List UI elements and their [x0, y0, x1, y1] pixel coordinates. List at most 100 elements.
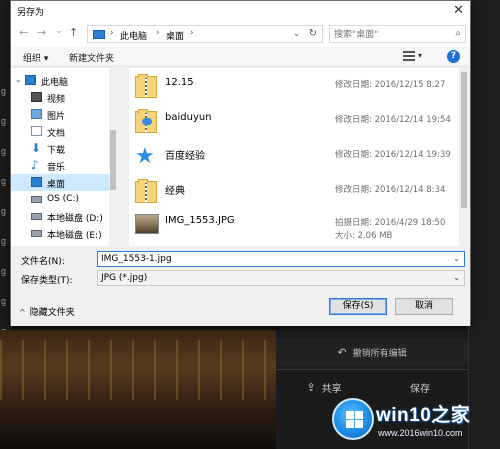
image-thumbnail-icon — [135, 214, 159, 234]
list-item[interactable]: baiduyun 修改日期: 2016/12/14 19:54 — [129, 105, 459, 139]
share-icon: ⇪ — [306, 380, 316, 394]
filename-input[interactable] — [101, 253, 441, 265]
sidebar-item-this-pc[interactable]: ⌄ 此电脑 — [11, 72, 109, 89]
file-name: IMG_1553.JPG — [165, 215, 235, 226]
search-icon[interactable]: ⌕ — [455, 28, 461, 39]
list-item[interactable]: 12.15 修改日期: 2016/12/15 8:27 — [129, 70, 459, 104]
video-icon — [31, 92, 42, 102]
sidebar-item-label: 视频 — [47, 95, 66, 105]
drive-icon — [31, 213, 42, 220]
sidebar-item-label: 此电脑 — [41, 78, 69, 88]
save-options: 文件名(N): ⌄ 保存类型(T): JPG (*.jpg) ⌄ ^隐藏文件夹 … — [11, 246, 470, 326]
background-photo — [0, 330, 280, 449]
save-button[interactable]: 保存(S) — [329, 298, 387, 315]
sidebar-item-label: 下载 — [47, 146, 66, 156]
file-modified: 修改日期: 2016/12/14 8:34 — [335, 185, 446, 195]
dialog-title: 另存为 — [17, 8, 45, 18]
forward-arrow-icon[interactable]: → — [37, 26, 46, 39]
file-size: 大小: 2.06 MB — [335, 231, 393, 241]
chevron-down-icon[interactable]: ⌄ — [453, 254, 460, 263]
file-list: 12.15 修改日期: 2016/12/15 8:27 baiduyun 修改日… — [129, 68, 459, 246]
windows-logo-icon — [332, 398, 374, 440]
sidebar-item-label: 本地磁盘 (E:) — [47, 231, 102, 241]
app-save-label: 保存 — [410, 383, 430, 395]
breadcrumb-desktop[interactable]: 桌面 — [166, 29, 184, 42]
view-dropdown-icon[interactable]: ▾ — [418, 51, 422, 60]
command-toolbar: 组织 ▾ 新建文件夹 ▾ ? — [11, 47, 470, 67]
sidebar-item-drive-d[interactable]: 本地磁盘 (D:) — [11, 208, 109, 225]
star-icon: ★ — [135, 144, 155, 169]
filetype-select[interactable]: JPG (*.jpg) ⌄ — [97, 270, 465, 286]
navigation-scrollbar[interactable] — [109, 68, 117, 246]
sidebar-item-label: 桌面 — [47, 180, 66, 190]
folder-icon — [135, 179, 157, 203]
sidebar-item-desktop[interactable]: 桌面 — [11, 174, 109, 191]
breadcrumb-separator[interactable]: › — [110, 28, 114, 38]
search-box[interactable]: ⌕ — [329, 25, 466, 43]
up-arrow-icon[interactable]: ↑ — [69, 26, 78, 39]
file-list-scrollbar[interactable] — [459, 68, 469, 246]
hide-folders-label: 隐藏文件夹 — [29, 308, 75, 318]
sidebar-item-drive-c[interactable]: OS (C:) — [11, 191, 109, 208]
file-name: baiduyun — [165, 112, 212, 123]
computer-icon — [25, 75, 36, 85]
sidebar-item-downloads[interactable]: ⬇ 下载 — [11, 140, 109, 157]
watermark-url: www.2016win10.com — [378, 428, 463, 438]
documents-icon — [31, 126, 42, 136]
drive-icon — [31, 230, 42, 237]
strip-glyph: g — [1, 266, 7, 276]
strip-glyph: g — [1, 176, 7, 186]
strip-glyph: g — [1, 236, 7, 246]
list-item[interactable]: 经典 修改日期: 2016/12/14 8:34 — [129, 175, 459, 209]
panel-divider — [276, 369, 468, 370]
desktop-icon — [31, 177, 42, 187]
hide-folders-toggle[interactable]: ^ 隐藏文件夹 — [19, 305, 75, 318]
list-item[interactable]: IMG_1553.JPG 拍摄日期: 2016/4/29 18:50 大小: 2… — [129, 208, 459, 242]
sidebar-item-label: 文档 — [47, 129, 66, 139]
cancel-button[interactable]: 取消 — [395, 298, 453, 315]
new-folder-button[interactable]: 新建文件夹 — [69, 51, 114, 64]
sidebar-item-videos[interactable]: 视频 — [11, 89, 109, 106]
refresh-icon[interactable]: ↻ — [309, 28, 317, 39]
download-icon: ⬇ — [31, 141, 42, 155]
close-icon[interactable]: ✕ — [453, 3, 464, 18]
sidebar-item-label: 音乐 — [47, 163, 66, 173]
help-icon[interactable]: ? — [447, 50, 460, 63]
watermark-title: win10之家 — [376, 405, 471, 426]
back-arrow-icon[interactable]: ← — [19, 26, 28, 39]
undo-all-edits-button[interactable]: ↶ 撤销所有编辑 — [276, 338, 468, 366]
organize-button[interactable]: 组织 ▾ — [23, 51, 48, 64]
strip-glyph: g — [1, 116, 7, 126]
file-name: 百度经验 — [165, 151, 205, 162]
sidebar-item-documents[interactable]: 文档 — [11, 123, 109, 140]
view-options-icon[interactable] — [403, 51, 415, 61]
undo-icon: ↶ — [337, 345, 347, 359]
recent-locations-icon[interactable]: ⌄ — [55, 26, 63, 36]
sidebar-item-drive-e[interactable]: 本地磁盘 (E:) — [11, 225, 109, 242]
photo-fence-pattern — [0, 340, 280, 400]
chevron-up-icon: ^ — [19, 308, 26, 317]
breadcrumb-separator[interactable]: › — [190, 28, 194, 38]
strip-glyph: g — [1, 86, 7, 96]
navigation-pane: ⌄ 此电脑 视频 图片 文档 ⬇ 下载 ♪ 音乐 桌面 OS (C:) 本地磁盘… — [11, 68, 117, 246]
filetype-label: 保存类型(T): — [21, 276, 73, 286]
breadcrumb[interactable]: › 此电脑 › 桌面 › ⌄ ↻ — [87, 25, 323, 43]
file-modified: 修改日期: 2016/12/15 8:27 — [335, 80, 446, 90]
strip-glyph: g — [1, 296, 7, 306]
breadcrumb-this-pc[interactable]: 此电脑 — [120, 29, 147, 42]
sidebar-item-pictures[interactable]: 图片 — [11, 106, 109, 123]
sidebar-item-label: OS (C:) — [47, 194, 79, 204]
sidebar-item-music[interactable]: ♪ 音乐 — [11, 157, 109, 174]
breadcrumb-separator[interactable]: › — [156, 28, 160, 38]
chevron-down-icon[interactable]: ⌄ — [293, 29, 300, 38]
title-bar: 另存为 ✕ — [11, 1, 470, 21]
file-modified: 修改日期: 2016/12/14 19:54 — [335, 115, 451, 125]
filetype-value: JPG (*.jpg) — [101, 273, 148, 283]
computer-icon — [93, 30, 105, 39]
folder-cloud-icon — [135, 109, 157, 133]
chevron-down-icon[interactable]: ⌄ — [15, 75, 22, 84]
list-item[interactable]: ★ 百度经验 修改日期: 2016/12/14 19:39 — [129, 140, 459, 174]
search-input[interactable] — [334, 28, 444, 41]
filename-field[interactable]: ⌄ — [97, 251, 465, 267]
chevron-down-icon[interactable]: ⌄ — [453, 273, 460, 282]
